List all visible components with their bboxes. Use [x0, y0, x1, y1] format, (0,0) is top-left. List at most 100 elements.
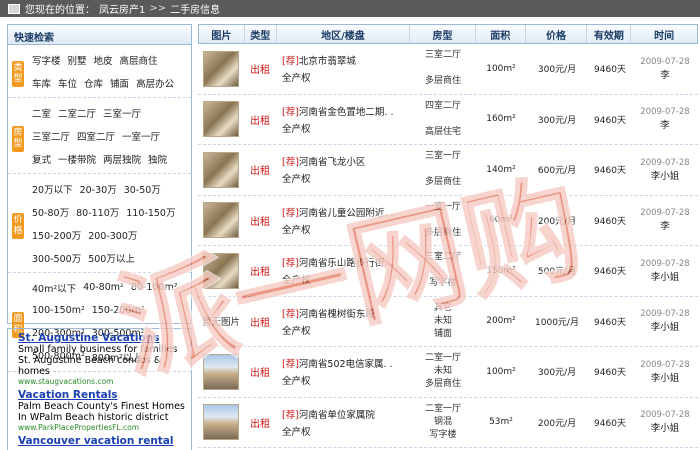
filter-row: 40m²以下 40-80m² 80-100m²	[32, 276, 191, 299]
listing-type: 出租	[250, 166, 270, 178]
type-cell: 出租	[244, 398, 276, 448]
listing-title-link[interactable]: 河南省单位家属院	[299, 410, 375, 421]
layout-cell: 四室二厅 高层住宅	[410, 95, 476, 145]
contact-name: 李小姐	[650, 322, 680, 334]
filter-link[interactable]: 500万以上	[88, 251, 135, 265]
layout-line: 四室二厅	[424, 100, 461, 111]
filter-link[interactable]: 四室二厅	[77, 129, 115, 143]
table-row[interactable]: 暂无图片 出租 [荐]河南省槐树街东段 全产权 其它 未知 铺面 200m² 1000元/月 94…	[198, 297, 698, 347]
filter-link[interactable]: 80-100m²	[131, 282, 178, 293]
table-row[interactable]: 出租 [荐]河南省飞龙小区 全产权 三室一厅 多层商住 140m² 600元/月 9460天…	[198, 145, 698, 196]
filter-link[interactable]: 三室二厅	[32, 129, 70, 143]
filter-section: 类型 写字楼 别墅 地皮 高层商住 车库 车位 仓库 铺面 高层办公	[8, 45, 191, 98]
listing-type: 出租	[250, 65, 270, 77]
filter-link[interactable]: 二室	[32, 106, 51, 120]
ad-url[interactable]: www.ParkPlacePropertiesFL.com	[18, 423, 191, 432]
property-right: 全产权	[282, 174, 311, 186]
listing-title-link[interactable]: 河南省飞龙小区	[299, 157, 366, 168]
header-photo: 图片	[199, 25, 245, 43]
filter-link[interactable]: 地皮	[94, 53, 113, 67]
table-row[interactable]: 出租 [荐]河南省单位家属院 全产权 二室一厅 钢混 写字楼 53m² 200元/月 9460天…	[198, 398, 698, 448]
filter-link[interactable]: 30-50万	[124, 182, 161, 196]
ad-url[interactable]: www.staugvacations.com	[18, 377, 191, 386]
ad-title-link[interactable]: Vancouver vacation rental	[18, 435, 191, 447]
filter-category-badge: 房型	[12, 125, 24, 152]
listing-thumbnail[interactable]	[203, 101, 239, 138]
listing-title-link[interactable]: 北京市翡翠城	[299, 56, 356, 67]
filter-link[interactable]: 二室二厅	[58, 106, 96, 120]
filter-link[interactable]: 复式	[32, 152, 51, 166]
listing-type: 出租	[250, 368, 270, 380]
validity-cell: 9460天	[594, 115, 626, 126]
listing-thumbnail[interactable]	[203, 404, 239, 441]
table-row[interactable]: 出租 [荐]北京市翡翠城 全产权 三室二厅 多层商住 100m² 300元/月 9460天 2…	[198, 44, 698, 95]
table-row[interactable]: 出租 [荐]河南省乐山路步行街. . 全产权 三室二厅 写字楼 150m² 500元/月 9…	[198, 246, 698, 297]
layout-line	[442, 264, 445, 277]
filter-link[interactable]: 110-150万	[126, 205, 175, 219]
area-cell: 60m²	[489, 215, 513, 226]
price-cell: 600元/月	[537, 166, 577, 177]
breadcrumb-prefix: 您现在的位置：	[25, 5, 95, 16]
filter-link[interactable]: 一室一厅	[122, 129, 160, 143]
filter-link[interactable]: 高层商住	[120, 53, 158, 67]
ad-title-link[interactable]: St. Augustine Vacations	[18, 332, 191, 344]
filter-link[interactable]: 两层独院	[103, 152, 141, 166]
filter-link[interactable]: 三室一厅	[103, 106, 141, 120]
filter-link[interactable]: 100-150m²	[32, 305, 85, 316]
layout-cell: 二室一厅 钢混 写字楼	[410, 398, 476, 448]
listing-title-link[interactable]: 河南省乐山路步行街. .	[299, 258, 394, 269]
location-cell: [荐]河南省单位家属院 全产权	[276, 398, 410, 448]
validity-cell: 9460天	[594, 216, 626, 227]
filter-link[interactable]: 20万以下	[32, 182, 73, 196]
breadcrumb-current: 二手房信息	[170, 5, 221, 16]
filter-link[interactable]: 40-80m²	[83, 282, 124, 293]
layout-line	[442, 163, 445, 176]
filter-section: 价格 20万以下 20-30万 30-50万 50-80万 80-110万 110-150万…	[8, 174, 191, 273]
filter-link[interactable]: 200-300万	[88, 228, 137, 242]
contact-name: 李小姐	[650, 372, 680, 384]
filter-link[interactable]: 50-80万	[32, 205, 69, 219]
breadcrumb-separator: >>	[149, 3, 167, 14]
ad-title-link[interactable]: Vacation Rentals	[18, 389, 191, 401]
post-date: 2009-07-28	[640, 208, 690, 219]
filter-link[interactable]: 铺面	[110, 76, 129, 90]
price-cell: 200元/月	[537, 216, 577, 227]
listing-thumbnail[interactable]	[203, 151, 239, 188]
listing-thumbnail[interactable]	[203, 202, 239, 239]
listing-title-link[interactable]: 河南省儿童公园附近. .	[299, 208, 394, 219]
photo-cell	[198, 44, 244, 94]
listing-thumbnail[interactable]	[203, 50, 239, 87]
filter-link[interactable]: 独院	[148, 152, 167, 166]
filter-link[interactable]: 车位	[58, 76, 77, 90]
listing-title-link[interactable]: 河南省槐树街东段	[299, 309, 375, 320]
listing-type: 出租	[250, 317, 270, 329]
filter-link[interactable]: 150-200m²	[92, 305, 145, 316]
filter-link[interactable]: 一楼带院	[58, 152, 96, 166]
layout-line: 未知	[433, 366, 452, 377]
filter-link[interactable]: 仓库	[84, 76, 103, 90]
listing-title-link[interactable]: 河南省502电信家属. .	[299, 359, 393, 370]
layout-line: 多层商住	[424, 76, 461, 87]
table-row[interactable]: 出租 [荐]河南省502电信家属. . 全产权 二室一厅 未知 多层商住 100m² 300元…	[198, 347, 698, 398]
time-cell: 2009-07-28 李	[632, 44, 698, 94]
filter-link[interactable]: 20-30万	[80, 182, 117, 196]
table-row[interactable]: 出租 [荐]河南省金色置地二期. . 全产权 四室二厅 高层住宅 160m² 300元/月…	[198, 95, 698, 145]
layout-line: 其它	[433, 302, 452, 313]
filter-link[interactable]: 车库	[32, 76, 51, 90]
location-line: [荐]河南省单位家属院	[282, 407, 375, 421]
filter-link[interactable]: 写字楼	[32, 53, 61, 67]
filter-link[interactable]: 300-500万	[32, 251, 81, 265]
table-row[interactable]: 出租 [荐]河南省儿童公园附近. . 全产权 一室一厅 多层商住 60m² 200元/月 9…	[198, 196, 698, 246]
ads-panel: St. Augustine Vacations Small family busi…	[7, 328, 192, 450]
layout-line: 多层商住	[424, 227, 461, 238]
filter-link[interactable]: 80-110万	[76, 205, 119, 219]
listing-thumbnail[interactable]	[203, 353, 239, 390]
filter-link[interactable]: 150-200万	[32, 228, 81, 242]
filter-link[interactable]: 别墅	[68, 53, 87, 67]
filter-link[interactable]: 高层办公	[136, 76, 174, 90]
listing-thumbnail[interactable]	[203, 252, 239, 289]
property-right: 全产权	[282, 426, 311, 438]
filter-link[interactable]: 40m²以下	[32, 281, 76, 295]
breadcrumb-site-link[interactable]: 凤云房产1	[99, 1, 145, 16]
listing-title-link[interactable]: 河南省金色置地二期. .	[299, 107, 394, 118]
